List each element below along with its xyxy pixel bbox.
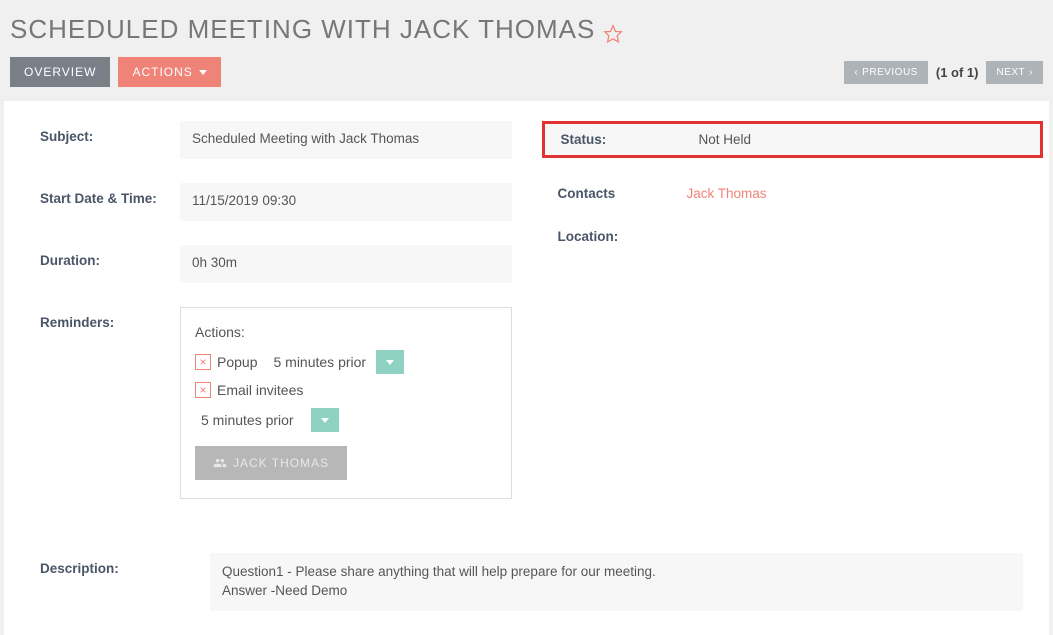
chevron-down-icon (321, 418, 329, 423)
popup-reminder-dropdown-button[interactable] (376, 350, 404, 374)
reminder-popup-line: × Popup 5 minutes prior (195, 350, 497, 374)
subject-value: Scheduled Meeting with Jack Thomas (180, 121, 512, 159)
email-reminder-label: Email invitees (217, 382, 303, 398)
detail-card: Subject: Scheduled Meeting with Jack Tho… (4, 101, 1049, 635)
status-value: Not Held (687, 124, 1041, 155)
reminder-email-line: × Email invitees (195, 382, 497, 398)
overview-tab-label: OVERVIEW (24, 65, 96, 79)
start-label: Start Date & Time: (10, 183, 180, 206)
start-value: 11/15/2019 09:30 (180, 183, 512, 221)
location-row: Location: (542, 225, 1044, 244)
left-column: Subject: Scheduled Meeting with Jack Tho… (10, 121, 512, 523)
location-label: Location: (542, 225, 687, 244)
description-label: Description: (10, 553, 210, 576)
email-reminder-value: 5 minutes prior (195, 408, 311, 432)
reminders-label: Reminders: (10, 307, 180, 330)
chevron-left-icon: ‹ (854, 67, 858, 78)
duration-value: 0h 30m (180, 245, 512, 283)
chevron-right-icon: › (1029, 67, 1033, 78)
chevron-down-icon (386, 360, 394, 365)
contact-link[interactable]: Jack Thomas (687, 186, 767, 201)
page-title: SCHEDULED MEETING WITH JACK THOMAS (0, 0, 1053, 57)
contacts-label: Contacts (542, 182, 687, 201)
popup-reminder-label: Popup (217, 354, 257, 370)
subject-row: Subject: Scheduled Meeting with Jack Tho… (10, 121, 512, 159)
description-value: Question1 - Please share anything that w… (210, 553, 1023, 611)
location-value (687, 225, 1044, 229)
next-label: NEXT (996, 67, 1025, 78)
favorite-star-icon[interactable] (603, 20, 623, 40)
start-row: Start Date & Time: 11/15/2019 09:30 (10, 183, 512, 221)
email-reminder-select[interactable]: 5 minutes prior (195, 408, 339, 432)
previous-label: PREVIOUS (862, 67, 918, 78)
popup-reminder-select[interactable]: 5 minutes prior (263, 350, 404, 374)
page-count: (1 of 1) (936, 65, 979, 80)
contacts-value: Jack Thomas (687, 182, 1044, 201)
chevron-down-icon (199, 70, 207, 75)
reminders-row: Reminders: Actions: × Popup 5 minutes pr… (10, 307, 512, 499)
overview-tab[interactable]: OVERVIEW (10, 57, 110, 87)
duration-label: Duration: (10, 245, 180, 268)
right-column: Status: Not Held Contacts Jack Thomas Lo… (542, 121, 1044, 523)
reminders-heading: Actions: (195, 324, 497, 340)
next-button[interactable]: NEXT › (986, 61, 1043, 84)
email-reminder-dropdown-button[interactable] (311, 408, 339, 432)
actions-dropdown-button[interactable]: ACTIONS (118, 57, 220, 87)
pagination: ‹ PREVIOUS (1 of 1) NEXT › (844, 61, 1043, 84)
reminders-panel: Actions: × Popup 5 minutes prior × (180, 307, 512, 499)
status-label: Status: (545, 124, 687, 155)
actions-button-label: ACTIONS (132, 65, 192, 79)
popup-reminder-value: 5 minutes prior (263, 350, 376, 374)
close-icon[interactable]: × (195, 354, 211, 370)
status-row: Status: Not Held (542, 121, 1044, 158)
close-icon[interactable]: × (195, 382, 211, 398)
invitee-button-label: JACK THOMAS (233, 456, 329, 470)
top-toolbar: OVERVIEW ACTIONS ‹ PREVIOUS (1 of 1) NEX… (0, 57, 1053, 101)
description-row: Description: Question1 - Please share an… (10, 553, 1043, 611)
contacts-row: Contacts Jack Thomas (542, 182, 1044, 201)
page-title-text: SCHEDULED MEETING WITH JACK THOMAS (10, 14, 595, 45)
duration-row: Duration: 0h 30m (10, 245, 512, 283)
invitee-button: JACK THOMAS (195, 446, 347, 480)
previous-button[interactable]: ‹ PREVIOUS (844, 61, 928, 84)
subject-label: Subject: (10, 121, 180, 144)
people-icon (213, 456, 227, 470)
